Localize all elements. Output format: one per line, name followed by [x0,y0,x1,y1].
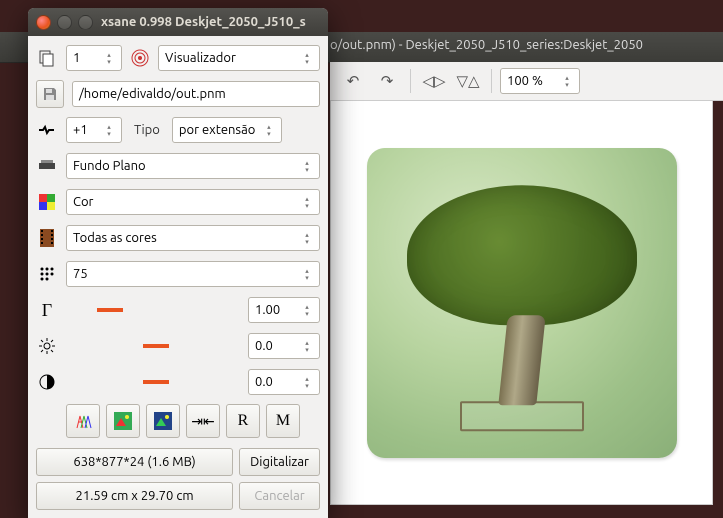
source-combo[interactable]: Fundo Plano ▴▾ [66,153,320,179]
titlebar[interactable]: xsane 0.998 Deskjet_2050_J510_s [28,8,328,36]
contrast-spin[interactable]: 0.0 ▴▾ [248,369,320,395]
save-button[interactable] [36,80,64,108]
autocrop-button[interactable]: ⇥⇤ [186,404,220,438]
gamma-value: 1.00 [255,303,280,317]
separator [491,69,492,93]
mode-combo[interactable]: Visualizador ▴▾ [158,45,320,71]
flip-h-icon[interactable]: ◁▷ [419,67,449,95]
colormode-combo[interactable]: Cor ▴▾ [66,189,320,215]
tipo-label: Tipo [134,123,160,137]
scanned-image [367,148,677,458]
brightness-spin[interactable]: 0.0 ▴▾ [248,333,320,359]
gamma-icon: Γ [36,300,58,321]
mode-value: Visualizador [165,51,236,65]
memory-button[interactable]: M [266,404,300,438]
resolution-icon [36,266,58,282]
separator [410,69,411,93]
tipo-value: por extensão [179,123,255,137]
tipo-combo[interactable]: por extensão ▴▾ [172,117,282,143]
filepath-value: /home/edivaldo/out.pnm [79,87,226,101]
dimensions-label: 21.59 cm x 29.70 cm [36,482,233,510]
filetype-icon [36,123,58,137]
copies-icon [36,49,58,67]
preview-toolbar: ↶ ↷ ◁▷ ▽△ 100 % ▴▾ [330,62,723,101]
brightness-value: 0.0 [255,339,273,353]
floppy-icon [42,86,58,102]
step-value: +1 [73,123,88,137]
scanner-icon [36,159,58,173]
gamma-spin[interactable]: 1.00 ▴▾ [248,297,320,323]
scan-button[interactable]: Digitalizar [239,448,320,476]
colormode-value: Cor [73,195,94,209]
filepath-input[interactable]: /home/edivaldo/out.pnm [72,81,320,107]
copies-value: 1 [73,51,80,65]
resolution-value: 75 [73,267,88,281]
negative-button[interactable] [106,404,140,438]
contrast-icon [36,374,58,390]
contrast-value: 0.0 [255,375,273,389]
flip-v-icon[interactable]: ▽△ [453,67,483,95]
redo-icon[interactable]: ↷ [372,67,402,95]
enhance-button[interactable] [146,404,180,438]
preview-pane [330,100,713,505]
brightness-icon [36,338,58,354]
resolution-combo[interactable]: 75 ▴▾ [66,261,320,287]
preview-window-title: o/out.pnm) - Deskjet_2050_J510_series:De… [330,38,643,52]
contrast-slider[interactable] [66,380,240,384]
colormode-icon [36,194,58,210]
zoom-value: 100 % [507,74,543,88]
target-icon[interactable] [130,48,150,68]
copies-spin[interactable]: 1 ▴▾ [66,45,122,71]
undo-icon[interactable]: ↶ [338,67,368,95]
cancel-button: Cancelar [239,482,320,510]
colors-value: Todas as cores [73,231,157,245]
gamma-slider[interactable] [66,308,240,312]
window-title: xsane 0.998 Deskjet_2050_J510_s [101,15,306,29]
close-icon[interactable] [36,15,51,30]
xsane-window: xsane 0.998 Deskjet_2050_J510_s 1 ▴▾ Vis… [28,8,328,518]
maximize-icon[interactable] [78,15,93,30]
step-spin[interactable]: +1 ▴▾ [66,117,122,143]
restore-button[interactable]: R [226,404,260,438]
info-label: 638*877*24 (1.6 MB) [36,448,233,476]
source-value: Fundo Plano [73,159,146,173]
colors-combo[interactable]: Todas as cores ▴▾ [66,225,320,251]
film-icon [36,229,58,247]
rgb-default-button[interactable] [66,404,100,438]
zoom-combo[interactable]: 100 % ▴▾ [500,68,580,94]
brightness-slider[interactable] [66,344,240,348]
minimize-icon[interactable] [57,15,72,30]
